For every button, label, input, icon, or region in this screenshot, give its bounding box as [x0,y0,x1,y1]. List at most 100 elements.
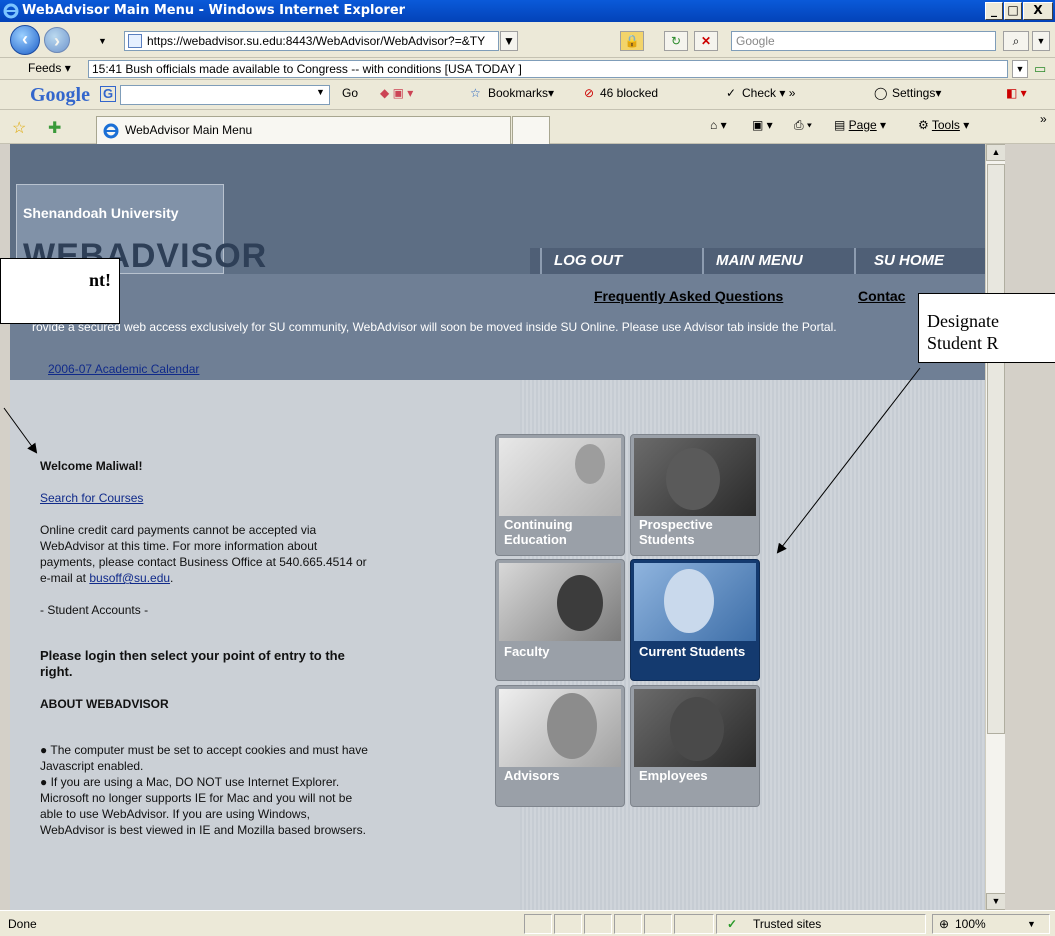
tile-photo [499,689,621,767]
url-field[interactable]: https://webadvisor.su.edu:8443/WebAdviso… [124,31,499,51]
main-menu-link[interactable]: MAIN MENU [702,248,852,274]
google-logo: Google [30,84,90,106]
login-prompt: Please login then select your point of e… [40,648,345,679]
star-icon[interactable]: ☆ [470,86,481,100]
back-button[interactable]: ‹ [10,25,40,55]
feeds-bar: Feeds ▾ 15:41 Bush officials made availa… [0,58,1055,80]
status-cell [614,914,642,934]
su-home-link[interactable]: SU HOME [854,248,985,274]
site-banner: Shenandoah University WEBADVISOR LOG OUT… [10,144,985,275]
callout-right: Designate Student R [918,293,1055,363]
scroll-up-icon[interactable]: ▲ [986,144,1006,161]
bookmarks-button[interactable]: Bookmarks▾ [488,86,554,100]
tile-faculty[interactable]: Faculty [495,559,625,681]
add-favorite-icon[interactable]: ✚ [48,118,61,138]
academic-calendar-link[interactable]: 2006-07 Academic Calendar [48,362,199,376]
info-bar: Frequently Asked Questions Contac rovide… [10,274,985,380]
popup-blocked-count[interactable]: 46 blocked [600,86,658,100]
minimize-button[interactable]: _ [985,2,1003,20]
address-bar: ‹ › ▼ https://webadvisor.su.edu:8443/Web… [0,22,1055,58]
print-icon[interactable]: ⎙ ▾ [794,118,812,133]
faq-link[interactable]: Frequently Asked Questions [594,288,783,304]
zoom-dropdown-icon: ▼ [1027,919,1036,929]
student-accounts-sig: - Student Accounts - [40,603,149,617]
scroll-thumb[interactable] [987,164,1005,734]
book-icon[interactable]: ▭ [1034,61,1046,77]
window-margin [1005,144,1055,910]
browser-window: WebAdvisor Main Menu - Windows Internet … [0,0,1055,936]
tile-advisors[interactable]: Advisors [495,685,625,807]
stop-icon[interactable]: ✕ [694,31,718,51]
settings-icon: ◯ [874,86,888,100]
status-cell [554,914,582,934]
google-g-icon[interactable]: G [100,86,116,102]
tab-bar: ☆ ✚ WebAdvisor Main Menu ⌂ ▾ ▣ ▾ ⎙ ▾ ▤ P… [0,110,1055,144]
popup-blocker-icon: ⊘ [584,86,595,100]
page-menu[interactable]: ▤ Page ▾ [834,118,886,132]
status-cell [524,914,552,934]
history-dropdown-icon[interactable]: ▼ [98,36,107,46]
callout-left: nt! [0,258,120,324]
search-icon[interactable]: ⌕ [1003,31,1029,51]
zoom-control[interactable]: ⊕ 100% ▼ [932,914,1050,934]
tile-photo [634,438,756,516]
busoff-email-link[interactable]: busoff@su.edu [89,571,170,585]
tile-photo [634,689,756,767]
translate-icon[interactable]: ◧ ▾ [1006,86,1027,100]
portal-notice: rovide a secured web access exclusively … [32,320,837,334]
status-cell [644,914,672,934]
spellcheck-icon: ✓ [726,86,737,100]
welcome-heading: Welcome Maliwal! [40,459,143,473]
status-cell [674,914,714,934]
page-icon [128,34,142,48]
title-bar: WebAdvisor Main Menu - Windows Internet … [0,0,1055,22]
scroll-down-icon[interactable]: ▼ [986,893,1006,910]
spellcheck-button[interactable]: Check ▾ » [742,86,795,100]
home-icon[interactable]: ⌂ ▾ [710,118,727,132]
tab-webadvisor[interactable]: WebAdvisor Main Menu [96,116,511,144]
forward-button[interactable]: › [44,27,70,53]
tile-photo [499,563,621,641]
feed-headline[interactable]: 15:41 Bush officials made available to C… [88,60,1008,78]
tile-continuing-education[interactable]: Continuing Education [495,434,625,556]
go-button[interactable]: Go [342,86,358,100]
tile-employees[interactable]: Employees [630,685,760,807]
status-bar: Done ✓ Trusted sites ⊕ 100% ▼ [0,910,1055,936]
settings-button[interactable]: Settings▾ [892,86,941,100]
new-tab-button[interactable] [512,116,550,144]
about-heading: ABOUT WEBADVISOR [40,697,169,711]
feed-dropdown-icon[interactable]: ▼ [1012,60,1028,78]
tile-photo [499,438,621,516]
lock-icon[interactable]: 🔒 [620,31,644,51]
favorites-star-icon[interactable]: ☆ [12,118,26,138]
security-zone[interactable]: ✓ Trusted sites [716,914,926,934]
tile-current-students[interactable]: Current Students [630,559,760,681]
status-text: Done [8,917,37,931]
payments-notice: Online credit card payments cannot be ac… [40,523,367,585]
feeds-icon[interactable]: ▣ ▾ [752,118,773,132]
tile-photo [634,563,756,641]
tools-menu[interactable]: ⚙ Tools ▾ [918,118,969,132]
mac-note: ● If you are using a Mac, DO NOT use Int… [40,775,366,837]
google-search-dropdown-icon[interactable]: ▼ [316,87,325,97]
google-search-field[interactable] [120,85,330,105]
tile-prospective-students[interactable]: Prospective Students [630,434,760,556]
logout-link[interactable]: LOG OUT [540,248,700,274]
refresh-icon[interactable]: ↻ [664,31,688,51]
feeds-button[interactable]: Feeds ▾ [28,61,71,75]
url-dropdown-button[interactable]: ▼ [500,31,518,51]
ie-tab-icon [103,123,119,139]
vertical-scrollbar[interactable]: ▲ ▼ [985,144,1006,910]
status-cell [584,914,612,934]
close-button[interactable]: X [1023,2,1053,20]
search-options-icon[interactable]: ▼ [1032,31,1050,51]
search-courses-link[interactable]: Search for Courses [40,491,143,505]
cookies-note: ● The computer must be set to accept coo… [40,743,368,773]
contact-link[interactable]: Contac [858,288,905,304]
search-input[interactable]: Google [731,31,996,51]
pagerank-icon[interactable]: ◆ ▣ ▾ [380,86,413,100]
maximize-button[interactable]: □ [1004,2,1022,20]
chevron-more-icon[interactable]: » [1040,112,1047,126]
web-page-content: Shenandoah University WEBADVISOR LOG OUT… [10,144,985,910]
top-nav: LOG OUT MAIN MENU SU HOME [530,248,985,274]
